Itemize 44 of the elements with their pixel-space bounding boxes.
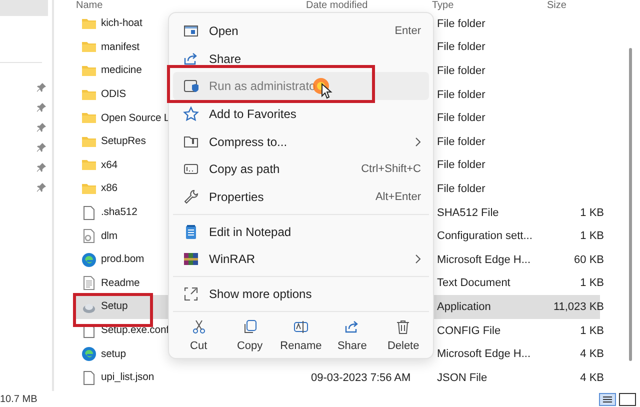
file-name: .sha512 (101, 207, 138, 218)
file-name: SetupRes (101, 136, 146, 148)
file-size: 1 KB (580, 277, 604, 290)
file-type: File folder (437, 136, 486, 148)
file-type: File folder (437, 18, 486, 30)
file-name: x64 (101, 160, 118, 171)
file-size: 4 KB (580, 372, 604, 384)
file-name: Setup.exe.conf (101, 325, 169, 336)
file-size: 1 KB (580, 230, 604, 242)
file-type: SHA512 File (437, 206, 499, 219)
file-size: 60 KB (574, 254, 604, 266)
file-name: upi_list.json (101, 372, 154, 384)
file-type: File folder (437, 64, 486, 77)
file-size: 4 KB (580, 348, 604, 360)
file-type: File folder (437, 112, 486, 124)
file-type: File folder (437, 182, 486, 195)
file-type: Text Document (437, 277, 510, 290)
file-size: 11,023 KB (553, 300, 604, 313)
file-name: ODIS (101, 89, 126, 100)
file-name: manifest (101, 42, 140, 53)
file-name: x86 (101, 183, 118, 194)
shortcut-text: Enter (394, 24, 421, 37)
file-type: File folder (437, 88, 486, 101)
file-name: prod.bom (101, 254, 144, 266)
file-type: Configuration sett... (437, 230, 532, 242)
file-type: File folder (437, 159, 486, 172)
shortcut-text: Alt+Enter (375, 190, 421, 203)
file-name: medicine (101, 65, 142, 76)
file-name: setup (101, 348, 126, 360)
file-type: Microsoft Edge H... (437, 348, 531, 360)
file-name: Setup (101, 301, 128, 312)
file-type: File folder (437, 41, 486, 54)
file-type: CONFIG File (437, 324, 501, 337)
file-name: dlm (101, 230, 118, 242)
file-type: JSON File (437, 372, 488, 384)
file-date: 09-03-2023 7:56 AM (311, 372, 411, 384)
file-name: Readme (101, 278, 140, 289)
file-name: kich-hoat (101, 18, 142, 30)
file-size: 1 KB (580, 324, 604, 337)
shortcut-text: Ctrl+Shift+C (361, 163, 421, 176)
file-type: Microsoft Edge H... (437, 254, 531, 266)
file-type: Application (437, 300, 491, 313)
file-size: 1 KB (580, 206, 604, 219)
status-text: 10.7 MB (0, 394, 38, 404)
